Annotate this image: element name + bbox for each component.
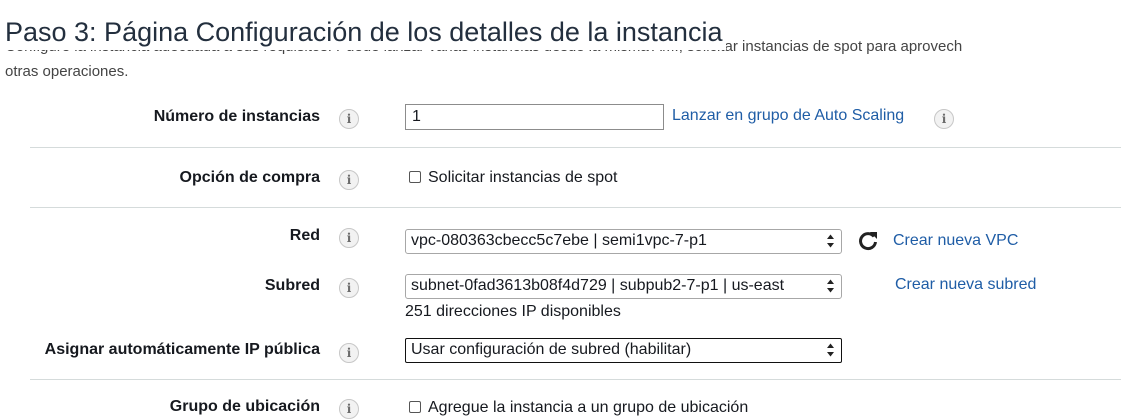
refresh-icon[interactable]: [857, 230, 879, 252]
placement-group-checkbox-label: Agregue la instancia a un grupo de ubica…: [428, 399, 749, 416]
auto-scaling-link[interactable]: Lanzar en grupo de Auto Scaling: [672, 107, 904, 125]
subnet-select[interactable]: subnet-0fad3613b08f4d729 | subpub2-7-p1 …: [405, 274, 842, 299]
divider: [30, 147, 1121, 148]
public-ip-label: Asignar automáticamente IP pública: [44, 341, 320, 358]
spot-instances-checkbox[interactable]: [409, 171, 421, 183]
subnet-label: Subred: [264, 277, 320, 294]
available-ips-text: 251 direcciones IP disponibles: [405, 303, 621, 320]
num-instances-input[interactable]: [405, 104, 664, 130]
placement-group-checkbox[interactable]: [409, 401, 421, 413]
purchase-option-label: Opción de compra: [179, 169, 320, 186]
placement-group-label: Grupo de ubicación: [169, 398, 320, 415]
info-icon[interactable]: i: [339, 343, 359, 363]
network-label: Red: [289, 227, 320, 244]
network-select[interactable]: vpc-080363cbecc5c7ebe | semi1vpc-7-p1: [405, 229, 842, 254]
select-arrows-icon: [827, 279, 834, 293]
info-icon[interactable]: i: [339, 278, 359, 298]
divider: [30, 207, 1121, 208]
create-subnet-link[interactable]: Crear nueva subred: [895, 276, 1036, 294]
info-icon[interactable]: i: [339, 228, 359, 248]
create-vpc-link[interactable]: Crear nueva VPC: [893, 232, 1018, 250]
public-ip-select[interactable]: Usar configuración de subred (habilitar): [405, 338, 842, 363]
subnet-select-value: subnet-0fad3613b08f4d729 | subpub2-7-p1 …: [411, 277, 785, 294]
network-select-value: vpc-080363cbecc5c7ebe | semi1vpc-7-p1: [411, 232, 707, 249]
spot-instances-label: Solicitar instancias de spot: [428, 169, 618, 186]
select-arrows-icon: [827, 343, 834, 357]
page-description-line2: otras operaciones.: [5, 63, 129, 80]
divider: [30, 379, 1121, 380]
page-title: Paso 3: Página Configuración de los deta…: [5, 14, 727, 50]
num-instances-label: Número de instancias: [153, 108, 320, 125]
select-arrows-icon: [827, 234, 834, 248]
info-icon[interactable]: i: [339, 109, 359, 129]
info-icon[interactable]: i: [934, 109, 954, 129]
info-icon[interactable]: i: [339, 170, 359, 190]
info-icon[interactable]: i: [339, 399, 359, 419]
public-ip-select-value: Usar configuración de subred (habilitar): [411, 341, 692, 358]
